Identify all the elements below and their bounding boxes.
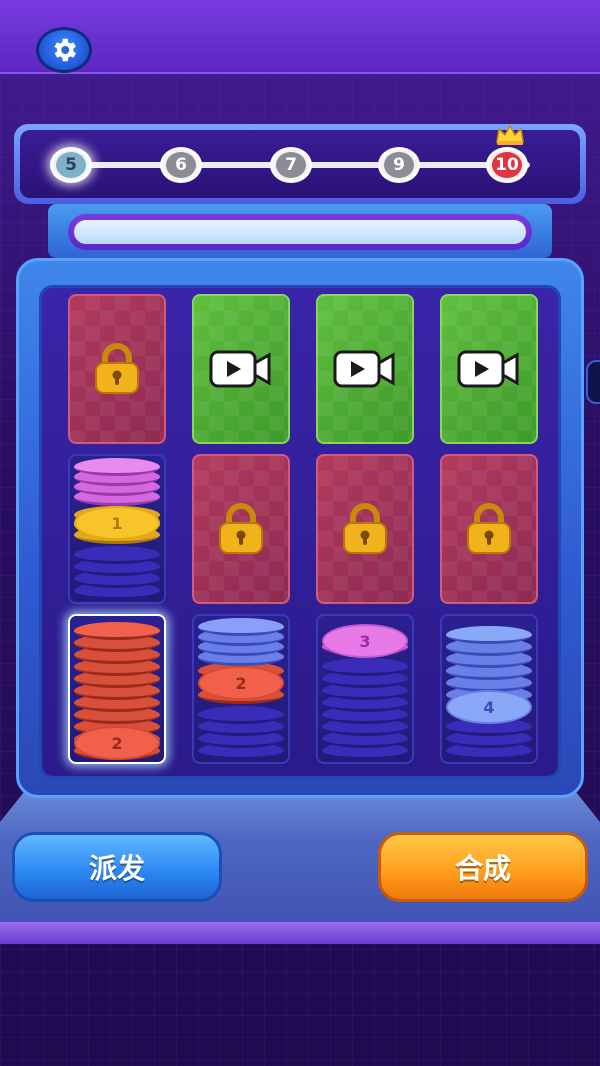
- level-node-final: 10: [486, 124, 528, 183]
- chip-top: 4: [446, 690, 532, 724]
- video-camera-icon: [457, 350, 519, 388]
- level-node-label: 5: [56, 152, 86, 178]
- chip: [198, 618, 284, 636]
- chip-top-label: 3: [359, 631, 371, 651]
- chip-top-label: 2: [235, 673, 247, 693]
- chip: [74, 546, 160, 564]
- level-node: 9: [378, 147, 420, 183]
- slot-grid: 1 2 2 3 4: [39, 285, 561, 779]
- level-node: 7: [270, 147, 312, 183]
- locked-slot[interactable]: [68, 294, 166, 444]
- chip-tube-selected[interactable]: 2: [68, 614, 166, 764]
- level-node: 6: [160, 147, 202, 183]
- chip-top-label: 2: [111, 733, 123, 753]
- chip-top-label: 4: [483, 697, 495, 717]
- chip-tube[interactable]: 2: [192, 614, 290, 764]
- chip-tube[interactable]: 1: [68, 454, 166, 604]
- merge-progress-fill: [74, 220, 526, 244]
- top-bar: [0, 0, 600, 74]
- machine-neck: [48, 204, 552, 258]
- chip-top-label: 1: [111, 513, 123, 533]
- chip: [322, 658, 408, 676]
- chip-top: 3: [322, 624, 408, 658]
- chip-top: 2: [74, 726, 160, 760]
- machine-body: 1 2 2 3 4: [16, 258, 584, 798]
- merge-progress-bar: [68, 214, 532, 250]
- level-node-label: 6: [166, 152, 196, 178]
- video-camera-icon: [333, 350, 395, 388]
- gear-icon: [54, 38, 76, 62]
- locked-slot[interactable]: [192, 454, 290, 604]
- level-node-label: 7: [276, 152, 306, 178]
- lock-icon: [219, 503, 263, 554]
- level-node-label: 9: [384, 152, 414, 178]
- level-node-label: 10: [492, 152, 522, 178]
- level-node-current: 5: [50, 147, 92, 183]
- crown-icon: [496, 124, 524, 145]
- merge-button[interactable]: 合成: [378, 832, 588, 902]
- level-progress-panel: 5 6 7 9 10: [14, 124, 586, 204]
- chip-tube[interactable]: 4: [440, 614, 538, 764]
- video-unlock-slot[interactable]: [316, 294, 414, 444]
- chip: [74, 458, 160, 476]
- video-unlock-slot[interactable]: [192, 294, 290, 444]
- settings-button[interactable]: [36, 27, 92, 73]
- lock-icon: [467, 503, 511, 554]
- locked-slot[interactable]: [440, 454, 538, 604]
- lock-icon: [95, 343, 139, 394]
- chip-top: 1: [74, 506, 160, 540]
- video-unlock-slot[interactable]: [440, 294, 538, 444]
- machine-base-edge: [0, 922, 600, 944]
- lock-icon: [343, 503, 387, 554]
- side-drawer-tab[interactable]: [586, 360, 600, 404]
- chip: [198, 706, 284, 724]
- chip-top: 2: [198, 666, 284, 700]
- video-camera-icon: [209, 350, 271, 388]
- chip: [74, 622, 160, 640]
- chip-tube[interactable]: 3: [316, 614, 414, 764]
- deal-button[interactable]: 派发: [12, 832, 222, 902]
- locked-slot[interactable]: [316, 454, 414, 604]
- level-progress-frame: 5 6 7 9 10: [20, 124, 580, 198]
- chip: [446, 626, 532, 644]
